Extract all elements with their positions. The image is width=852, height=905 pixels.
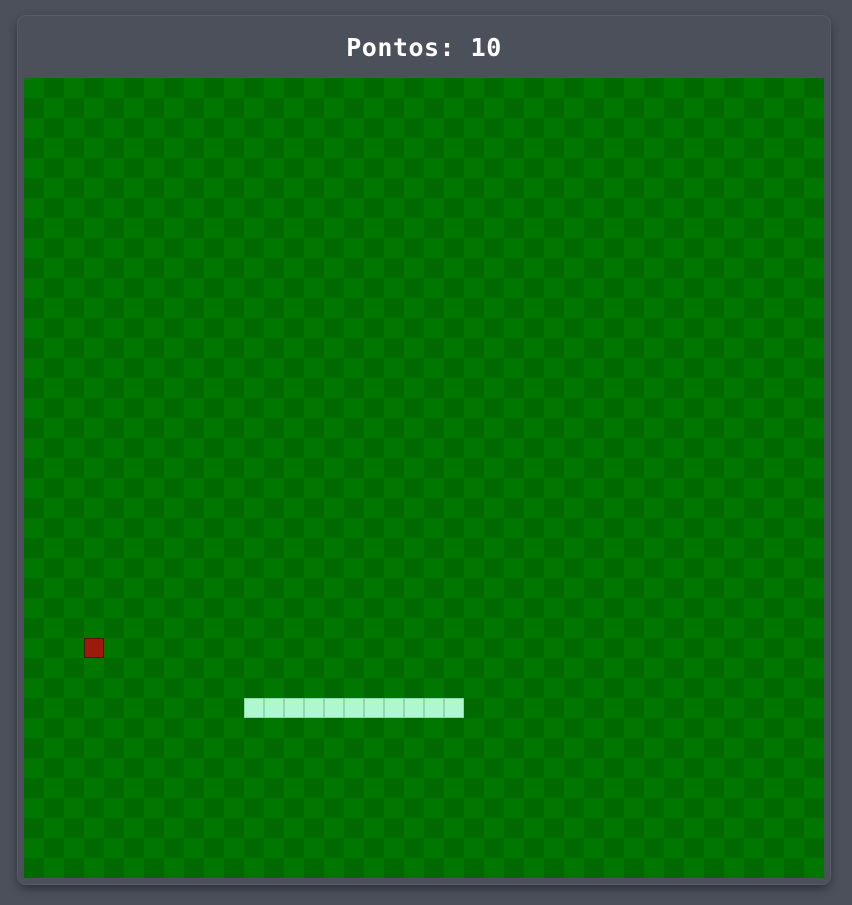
snake-segment <box>424 698 444 718</box>
snake-segment <box>344 698 364 718</box>
snake-segment <box>324 698 344 718</box>
snake-segment <box>284 698 304 718</box>
score-label: Pontos: <box>346 32 456 62</box>
game-board[interactable] <box>24 78 824 878</box>
snake-segment <box>304 698 324 718</box>
snake-segment <box>244 698 264 718</box>
snake-segment <box>364 698 384 718</box>
score-display: Pontos: 10 <box>18 16 830 78</box>
snake-head <box>444 698 464 718</box>
game-window: Pontos: 10 <box>18 16 830 884</box>
score-value: 10 <box>470 32 502 62</box>
food-apple <box>84 638 104 658</box>
snake-segment <box>264 698 284 718</box>
snake-segment <box>384 698 404 718</box>
snake-segment <box>404 698 424 718</box>
